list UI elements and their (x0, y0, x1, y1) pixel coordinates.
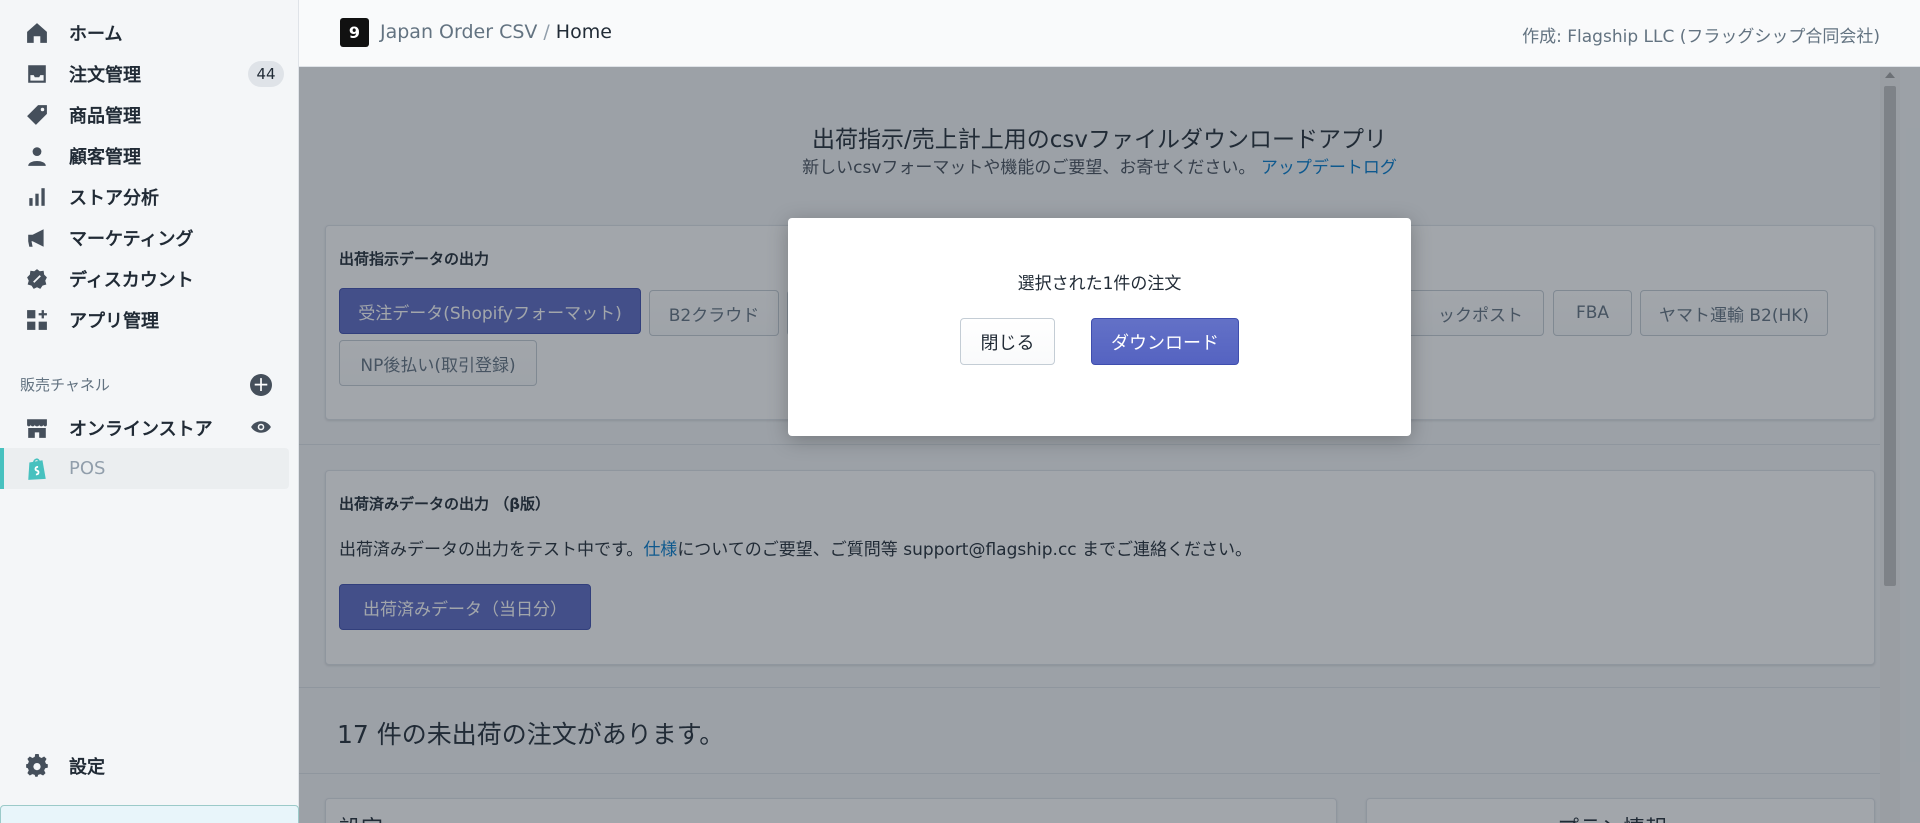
sidebar-item-apps[interactable]: アプリ管理 (0, 299, 299, 340)
sidebar-item-label: 設定 (69, 756, 105, 778)
sidebar-item-products[interactable]: 商品管理 (0, 94, 299, 135)
sidebar-item-customers[interactable]: 顧客管理 (0, 135, 299, 176)
modal-message: 選択された1件の注文 (1017, 274, 1182, 294)
shopify-bag-icon (24, 456, 50, 482)
breadcrumb-app-link[interactable]: Japan Order CSV (380, 21, 537, 43)
sidebar-item-orders[interactable]: 注文管理 44 (0, 53, 299, 94)
person-icon (24, 143, 50, 169)
app-logo-icon: 9 (340, 18, 369, 47)
tag-icon (24, 102, 50, 128)
close-button[interactable]: 閉じる (960, 318, 1055, 365)
pos-active-indicator (0, 448, 4, 489)
eye-icon[interactable] (250, 416, 272, 438)
orders-count-badge: 44 (248, 61, 284, 87)
megaphone-icon (24, 225, 50, 251)
sidebar-item-label: 注文管理 (69, 64, 141, 86)
apps-icon (24, 307, 50, 333)
sidebar-item-label: ディスカウント (69, 269, 194, 291)
sidebar-item-marketing[interactable]: マーケティング (0, 217, 299, 258)
bar-chart-icon (24, 184, 50, 210)
sidebar-item-label: ホーム (69, 23, 123, 45)
sidebar-item-label: アプリ管理 (69, 310, 159, 332)
sidebar-item-label: 商品管理 (69, 105, 141, 127)
modal-backdrop[interactable] (299, 67, 1920, 823)
sidebar-item-discounts[interactable]: ディスカウント (0, 258, 299, 299)
sidebar-item-label: オンラインストア (69, 418, 213, 440)
sidebar-footer-card (0, 805, 299, 823)
sidebar-item-label: マーケティング (69, 228, 194, 250)
sales-channels-heading: 販売チャネル (20, 376, 110, 394)
store-icon (24, 415, 50, 441)
sidebar-item-home[interactable]: ホーム (0, 12, 299, 53)
download-button[interactable]: ダウンロード (1091, 318, 1239, 365)
sidebar-item-pos[interactable]: POS (0, 448, 289, 489)
sidebar-item-analytics[interactable]: ストア分析 (0, 176, 299, 217)
sidebar-item-label: ストア分析 (69, 187, 159, 209)
breadcrumb-current: Home (555, 21, 612, 43)
app-credit: 作成: Flagship LLC (フラッグシップ合同会社) (1522, 27, 1880, 47)
breadcrumb-separator: / (543, 21, 550, 43)
sidebar-item-settings[interactable]: 設定 (0, 745, 299, 786)
gear-icon (24, 753, 50, 779)
sidebar-item-label: POS (69, 458, 106, 479)
discount-icon (24, 266, 50, 292)
sidebar-item-label: 顧客管理 (69, 146, 141, 168)
download-modal: 選択された1件の注文 閉じる ダウンロード (788, 218, 1411, 436)
add-channel-button[interactable]: + (250, 374, 272, 396)
top-bar: 9 Japan Order CSV / Home 作成: Flagship LLC … (299, 0, 1920, 67)
sidebar: ホーム 注文管理 44 商品管理 顧客管理 ストア分析 マーケティング ディスカ… (0, 0, 299, 823)
breadcrumb: Japan Order CSV / Home (380, 21, 612, 43)
orders-icon (24, 61, 50, 87)
home-icon (24, 20, 50, 46)
sidebar-item-online-store[interactable]: オンラインストア (0, 407, 299, 448)
